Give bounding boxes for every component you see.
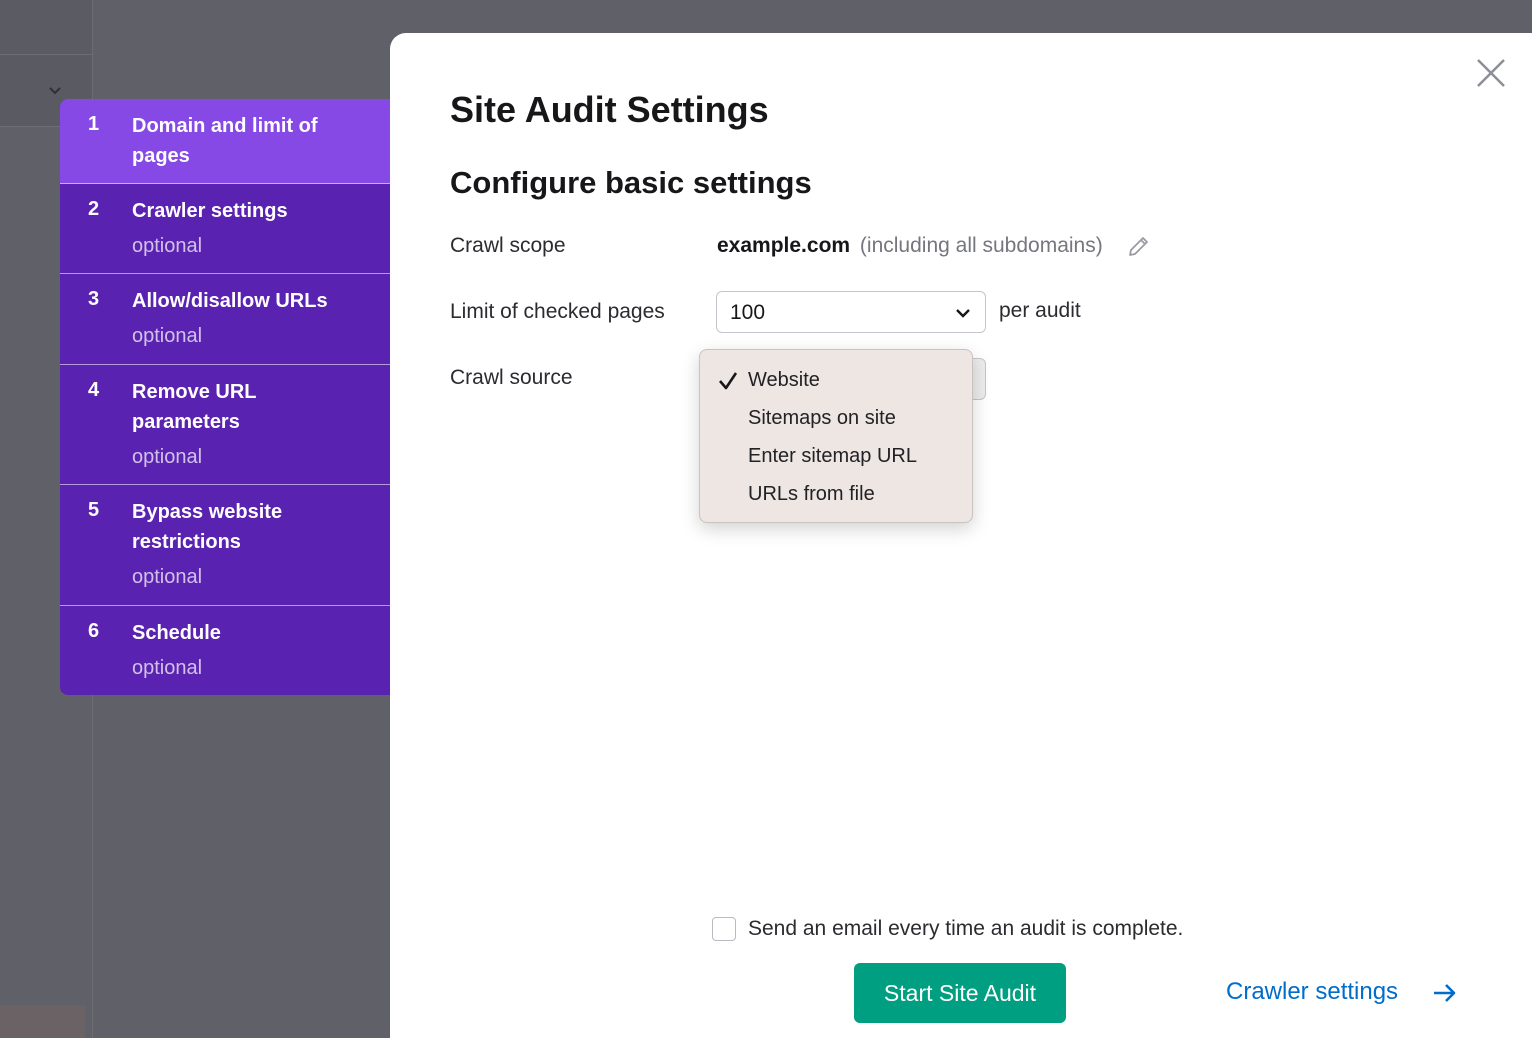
- site-audit-settings-modal: Site Audit Settings Configure basic sett…: [390, 33, 1532, 1038]
- step-crawler-settings[interactable]: 2 Crawler settings optional: [60, 184, 391, 274]
- step-subtitle: optional: [132, 657, 203, 679]
- step-number: 5: [88, 499, 100, 521]
- chevron-down-icon: [956, 309, 970, 318]
- crawl-source-label: Crawl source: [450, 366, 573, 389]
- dropdown-option-urls-from-file[interactable]: URLs from file: [700, 475, 972, 513]
- modal-title: Site Audit Settings: [450, 89, 769, 130]
- dropdown-option-label: URLs from file: [748, 483, 875, 505]
- limit-label: Limit of checked pages: [450, 300, 665, 323]
- step-title: Crawler settings: [132, 200, 288, 222]
- limit-select[interactable]: 100: [716, 291, 986, 333]
- step-bypass-website-restrictions[interactable]: 5 Bypass website restrictions optional: [60, 485, 391, 606]
- background-block: [0, 1005, 85, 1038]
- step-number: 6: [88, 620, 100, 642]
- step-schedule[interactable]: 6 Schedule optional: [60, 606, 391, 695]
- settings-stepper: 1 Domain and limit of pages 2 Crawler se…: [60, 99, 391, 695]
- step-subtitle: optional: [132, 325, 203, 347]
- crawler-settings-link[interactable]: Crawler settings: [1226, 978, 1456, 1008]
- crawl-scope-value: example.com (including all subdomains): [717, 234, 1103, 258]
- step-domain-and-limit[interactable]: 1 Domain and limit of pages: [60, 99, 391, 184]
- pencil-icon[interactable]: [1126, 233, 1152, 259]
- crawl-scope-domain: example.com: [717, 234, 851, 257]
- step-number: 2: [88, 198, 100, 220]
- step-title: Remove URL parameters: [132, 381, 257, 433]
- dropdown-option-label: Website: [748, 369, 820, 391]
- section-title: Configure basic settings: [450, 165, 812, 200]
- limit-select-value: 100: [730, 301, 766, 324]
- step-number: 3: [88, 288, 100, 310]
- background-chevron-down-icon: [49, 87, 61, 95]
- email-notification-label[interactable]: Send an email every time an audit is com…: [748, 917, 1183, 941]
- arrow-right-icon: [1434, 984, 1456, 1002]
- email-notification-checkbox[interactable]: [712, 917, 736, 941]
- background-header: [0, 0, 92, 55]
- dropdown-option-label: Enter sitemap URL: [748, 445, 917, 467]
- step-number: 4: [88, 379, 100, 401]
- step-subtitle: optional: [132, 566, 203, 588]
- start-site-audit-button[interactable]: Start Site Audit: [854, 963, 1066, 1023]
- crawler-settings-link-label: Crawler settings: [1226, 978, 1399, 1005]
- dropdown-option-sitemaps-on-site[interactable]: Sitemaps on site: [700, 399, 972, 437]
- step-title: Domain and limit of pages: [132, 115, 318, 167]
- step-title: Bypass website restrictions: [132, 501, 283, 553]
- step-title: Allow/disallow URLs: [132, 290, 328, 312]
- step-number: 1: [88, 113, 100, 135]
- step-subtitle: optional: [132, 446, 203, 468]
- dropdown-option-website[interactable]: Website: [700, 361, 972, 399]
- step-subtitle: optional: [132, 235, 203, 257]
- close-icon[interactable]: [1475, 57, 1507, 89]
- checkmark-icon: [719, 372, 738, 390]
- crawl-scope-note: (including all subdomains): [859, 234, 1103, 257]
- limit-suffix: per audit: [999, 299, 1081, 322]
- crawl-scope-label: Crawl scope: [450, 234, 566, 257]
- crawl-source-dropdown: Website Sitemaps on site Enter sitemap U…: [699, 349, 973, 523]
- dropdown-option-enter-sitemap-url[interactable]: Enter sitemap URL: [700, 437, 972, 475]
- step-allow-disallow-urls[interactable]: 3 Allow/disallow URLs optional: [60, 274, 391, 365]
- step-title: Schedule: [132, 622, 221, 644]
- step-remove-url-parameters[interactable]: 4 Remove URL parameters optional: [60, 365, 391, 485]
- dropdown-option-label: Sitemaps on site: [748, 407, 896, 429]
